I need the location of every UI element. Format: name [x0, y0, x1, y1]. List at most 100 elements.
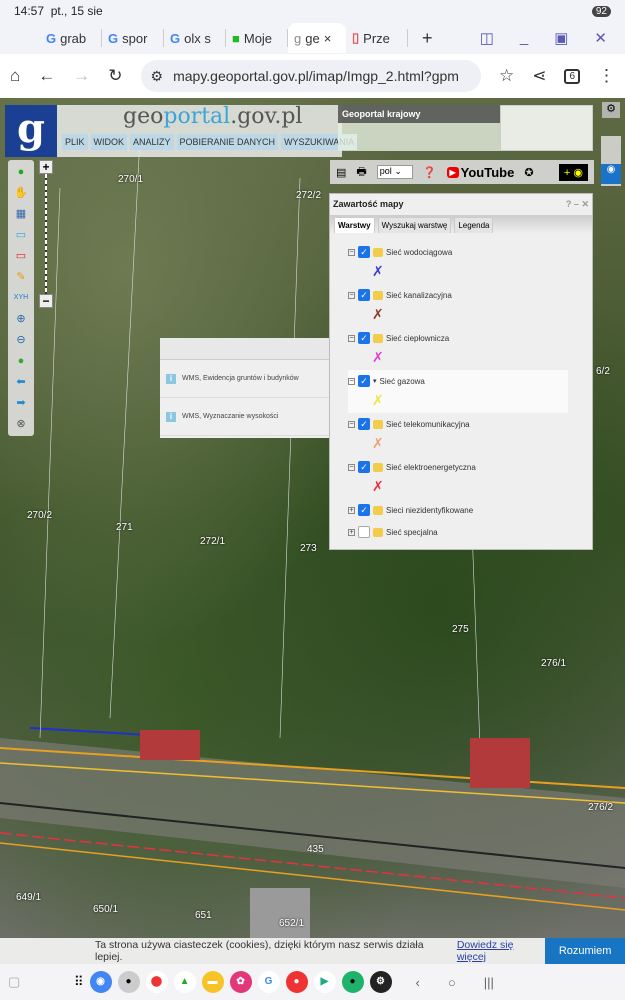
zoom-out-icon[interactable]: ⊖: [16, 331, 25, 349]
share-icon[interactable]: ⋖: [532, 66, 546, 86]
language-select[interactable]: pol ⌄: [376, 165, 413, 179]
overview-minimap[interactable]: [500, 105, 593, 151]
collapse-icon[interactable]: −: [348, 334, 355, 342]
maps-icon[interactable]: ⬤: [145, 971, 168, 993]
home-icon[interactable]: ⌂: [10, 66, 20, 86]
app-drawer-icon[interactable]: ⠿: [74, 974, 84, 990]
tab-moje[interactable]: ■ Moje: [226, 29, 288, 47]
zoom-track[interactable]: [45, 174, 47, 294]
folder-icon: [373, 505, 383, 515]
accept-cookies-button[interactable]: Rozumiem: [545, 938, 625, 964]
help-icon[interactable]: ❓: [423, 166, 437, 179]
zoom-minus-button[interactable]: −: [39, 294, 53, 308]
menu-widok[interactable]: WIDOK: [90, 134, 128, 150]
tab-prze[interactable]: ▯ Prze: [346, 29, 408, 47]
globe-icon[interactable]: ●: [18, 352, 25, 370]
overview-map[interactable]: Geoportal krajowy: [338, 105, 593, 151]
collapse-icon[interactable]: −: [348, 420, 355, 428]
youtube-link[interactable]: ▶ YouTube: [446, 165, 514, 180]
tab-geoportal[interactable]: g ge ×: [288, 23, 346, 53]
back-icon[interactable]: ←: [38, 66, 55, 86]
xyz-icon[interactable]: XYH: [14, 289, 28, 307]
pencil-icon[interactable]: ✎: [16, 268, 25, 286]
tab-warstwy[interactable]: Warstwy: [334, 217, 375, 233]
layer-checkbox[interactable]: ✓: [358, 461, 370, 473]
new-tab-button[interactable]: +: [422, 28, 433, 49]
previous-view-icon[interactable]: ⬅: [16, 373, 25, 391]
print-icon[interactable]: 🖶: [356, 163, 366, 182]
contacts-icon[interactable]: ●: [285, 971, 308, 993]
layer-checkbox[interactable]: ✓: [358, 246, 370, 258]
minimize-icon[interactable]: _: [520, 29, 528, 47]
info-row[interactable]: i WMS, Ewidencja gruntów i budynków: [160, 360, 332, 398]
app-icon[interactable]: ●: [341, 971, 364, 993]
close-panel-button[interactable]: ✕: [581, 199, 589, 209]
learn-more-link[interactable]: Dowiedz się więcej: [457, 939, 545, 963]
menu-pobieranie-danych[interactable]: POBIERANIE DANYCH: [176, 134, 279, 150]
chrome-icon[interactable]: ◉: [89, 971, 112, 993]
split-view-icon[interactable]: ◫: [480, 29, 494, 47]
help-button[interactable]: ?: [566, 199, 572, 209]
settings-icon[interactable]: ⚙: [602, 102, 620, 118]
layer-tree[interactable]: − ✓ Sieć wodociągowa ✗ − ✓ Sieć kanalizacyjna…: [330, 233, 592, 543]
camera-icon[interactable]: ●: [117, 971, 140, 993]
table-icon[interactable]: ▦: [16, 205, 26, 223]
info-icon[interactable]: ●: [18, 163, 25, 181]
layer-checkbox[interactable]: ✓: [358, 289, 370, 301]
full-extent-icon[interactable]: ⊗: [16, 415, 25, 433]
next-view-icon[interactable]: ➡: [16, 394, 25, 412]
menu-analizy[interactable]: ANALIZY: [130, 134, 174, 150]
minimize-panel-button[interactable]: –: [574, 199, 579, 209]
settings-app-icon[interactable]: ⚙: [369, 971, 392, 993]
tab-grab[interactable]: Ggrab: [40, 29, 102, 47]
eye-icon[interactable]: ◉: [601, 164, 621, 184]
files-icon[interactable]: ▬: [201, 971, 224, 993]
zoom-plus-button[interactable]: +: [39, 160, 53, 174]
accessibility-icon[interactable]: ✪: [524, 166, 533, 179]
recent-app-icon[interactable]: ▢: [8, 974, 68, 990]
tab-legenda[interactable]: Legenda: [454, 217, 494, 233]
zoom-slider[interactable]: + −: [39, 160, 53, 310]
collapse-icon[interactable]: −: [348, 463, 355, 471]
nav-recents-icon[interactable]: |||: [484, 975, 494, 990]
pan-hand-icon[interactable]: ✋: [14, 184, 28, 202]
gallery-icon[interactable]: ✿: [229, 971, 252, 993]
zoom-in-icon[interactable]: ⊕: [16, 310, 25, 328]
high-contrast-icon[interactable]: + ◉: [558, 163, 588, 181]
close-window-icon[interactable]: ✕: [594, 29, 607, 47]
layer-checkbox[interactable]: ✓: [358, 375, 370, 387]
select-area-icon[interactable]: ▭: [16, 226, 26, 244]
nav-back-icon[interactable]: ‹: [416, 975, 420, 990]
url-field[interactable]: ⚙ mapy.geoportal.gov.pl/imap/Imgp_2.html?…: [140, 60, 481, 92]
expand-icon[interactable]: +: [348, 506, 355, 514]
tab-wyszukaj-warstwe[interactable]: Wyszukaj warstwę: [377, 217, 452, 233]
layer-checkbox[interactable]: ✓: [358, 418, 370, 430]
tab-count-button[interactable]: 6: [564, 68, 580, 84]
google-app-icon[interactable]: G: [257, 971, 280, 993]
select-red-icon[interactable]: ▭: [16, 247, 26, 265]
tab-spor[interactable]: Gspor: [102, 29, 164, 47]
expand-icon[interactable]: +: [348, 528, 355, 536]
layer-checkbox[interactable]: ✓: [358, 504, 370, 516]
reload-icon[interactable]: ↻: [108, 66, 122, 86]
play-store-icon[interactable]: ▶: [313, 971, 336, 993]
close-tab-icon[interactable]: ×: [324, 31, 332, 46]
info-row[interactable]: i WMS, Wyznaczanie wysokości: [160, 398, 332, 436]
tab-olx[interactable]: Golx s: [164, 29, 226, 47]
site-settings-icon[interactable]: ⚙: [151, 68, 164, 85]
nav-home-icon[interactable]: ○: [448, 975, 456, 990]
window-icon[interactable]: ▣: [554, 29, 568, 47]
collapse-icon[interactable]: −: [348, 291, 355, 299]
forward-icon[interactable]: →: [73, 66, 90, 86]
geoportal-logo[interactable]: g: [5, 105, 57, 157]
collapse-icon[interactable]: −: [348, 248, 355, 256]
more-menu-icon[interactable]: ⋮: [598, 66, 615, 86]
menu-plik[interactable]: PLIK: [62, 134, 88, 150]
drive-icon[interactable]: ▲: [173, 971, 196, 993]
collapse-icon[interactable]: −: [348, 377, 355, 385]
layer-checkbox[interactable]: [358, 526, 370, 538]
list-icon[interactable]: ▤: [336, 166, 346, 179]
layer-checkbox[interactable]: ✓: [358, 332, 370, 344]
dropdown-icon[interactable]: ▾: [373, 377, 377, 385]
bookmark-star-icon[interactable]: ☆: [499, 66, 514, 86]
